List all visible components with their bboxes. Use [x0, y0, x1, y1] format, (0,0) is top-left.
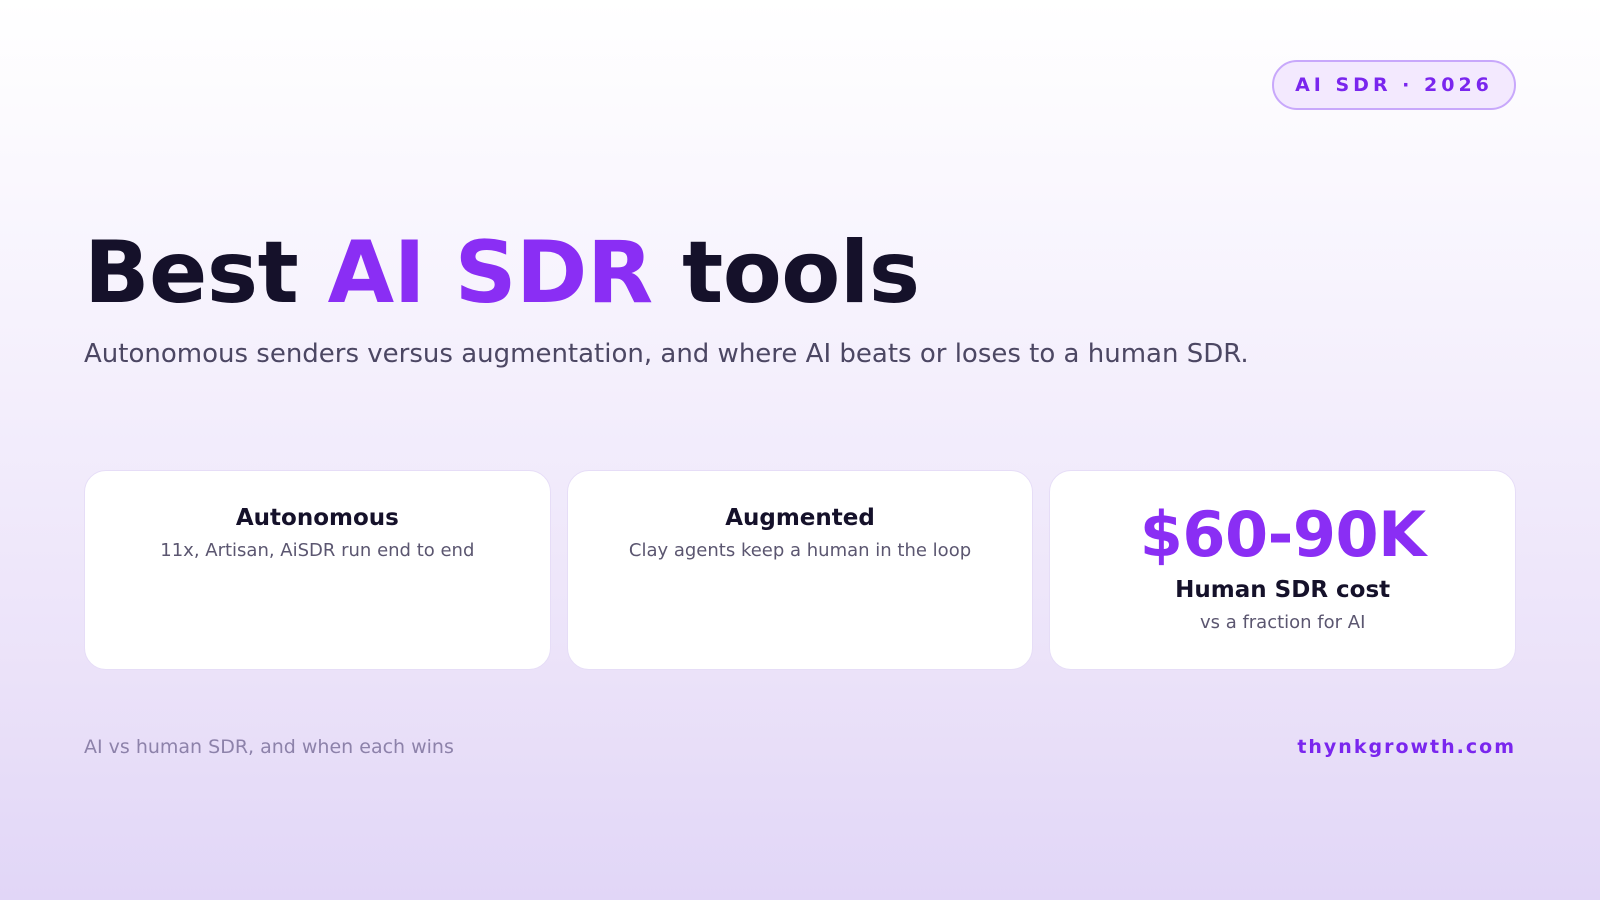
site-link[interactable]: thynkgrowth.com	[1297, 734, 1516, 760]
card-title: Autonomous	[235, 505, 399, 531]
card-title: Augmented	[725, 505, 875, 531]
card-description: 11x, Artisan, AiSDR run end to end	[160, 540, 475, 561]
title-suffix: tools	[652, 223, 920, 323]
card-title: Human SDR cost	[1175, 577, 1391, 603]
page-title: Best AI SDR tools	[84, 218, 920, 328]
human-sdr-cost-card: $60-90K Human SDR cost vs a fraction for…	[1049, 470, 1517, 670]
page-subtitle: Autonomous senders versus augmentation, …	[84, 339, 1249, 369]
augmented-card: Augmented Clay agents keep a human in th…	[566, 470, 1034, 670]
title-prefix: Best	[84, 223, 328, 323]
topic-badge: AI SDR · 2026	[1272, 60, 1516, 110]
feature-cards: Autonomous 11x, Artisan, AiSDR run end t…	[84, 470, 1517, 670]
card-description: vs a fraction for AI	[1199, 612, 1366, 633]
autonomous-card: Autonomous 11x, Artisan, AiSDR run end t…	[84, 470, 551, 670]
card-description: Clay agents keep a human in the loop	[628, 540, 972, 561]
footer-caption: AI vs human SDR, and when each wins	[84, 736, 454, 758]
title-accent: AI SDR	[327, 223, 654, 323]
stat-value: $60-90K	[1139, 498, 1426, 571]
